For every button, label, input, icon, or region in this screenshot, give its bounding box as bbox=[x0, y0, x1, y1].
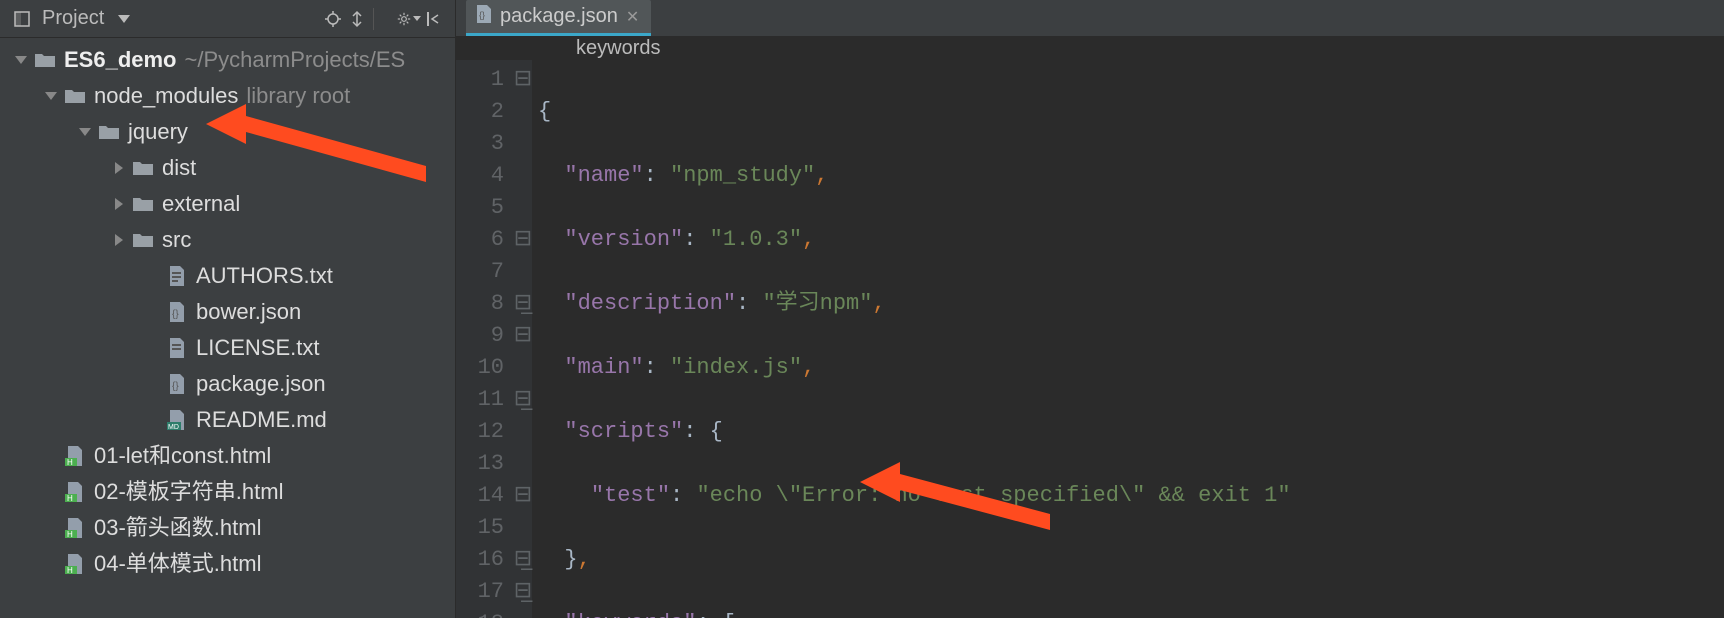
collapse-all-icon[interactable] bbox=[345, 7, 369, 31]
project-title: Project bbox=[42, 7, 104, 30]
html-file-icon: H bbox=[64, 553, 86, 575]
project-icon bbox=[10, 7, 34, 31]
fold-column[interactable]: ⊟⊟⊟̲⊟⊟̲⊟⊟̲⊟̲ bbox=[514, 60, 532, 618]
tree-label: 03-箭头函数.html bbox=[94, 511, 261, 545]
tree-file-03[interactable]: H 03-箭头函数.html bbox=[0, 510, 455, 546]
tree-file-bower[interactable]: {} bower.json bbox=[0, 294, 455, 330]
svg-text:H: H bbox=[67, 458, 73, 466]
gear-icon[interactable] bbox=[397, 7, 421, 31]
tab-bar: {} package.json ✕ bbox=[456, 0, 1724, 37]
tree-label: src bbox=[162, 223, 191, 257]
line-gutter: 123 456 789 101112 131415 161718 bbox=[456, 60, 514, 618]
breadcrumb[interactable]: keywords bbox=[456, 37, 1724, 60]
tree-root-path: ~/PycharmProjects/ES bbox=[185, 43, 406, 77]
json-file-icon: {} bbox=[476, 5, 492, 29]
folder-icon bbox=[98, 121, 120, 143]
folder-icon bbox=[64, 85, 86, 107]
tree-file-02[interactable]: H 02-模板字符串.html bbox=[0, 474, 455, 510]
tree-root-name: ES6_demo bbox=[64, 43, 177, 77]
tree-label: bower.json bbox=[196, 295, 301, 329]
html-file-icon: H bbox=[64, 445, 86, 467]
code-content[interactable]: { "name": "npm_study", "version": "1.0.3… bbox=[532, 60, 1291, 618]
svg-text:H: H bbox=[67, 566, 73, 574]
folder-icon bbox=[132, 229, 154, 251]
tree-label: package.json bbox=[196, 367, 326, 401]
tree-file-04[interactable]: H 04-单体模式.html bbox=[0, 546, 455, 582]
json-file-icon: {} bbox=[166, 373, 188, 395]
project-panel: Project ES6_demo ~/PycharmProjects/ES no… bbox=[0, 0, 456, 618]
tree-label: AUTHORS.txt bbox=[196, 259, 333, 293]
tree-label: jquery bbox=[128, 115, 188, 149]
close-icon[interactable]: ✕ bbox=[626, 7, 639, 27]
svg-text:H: H bbox=[67, 530, 73, 538]
svg-text:{}: {} bbox=[172, 309, 179, 320]
hide-panel-icon[interactable] bbox=[421, 7, 445, 31]
html-file-icon: H bbox=[64, 481, 86, 503]
project-title-group[interactable]: Project bbox=[10, 7, 130, 31]
tree-root[interactable]: ES6_demo ~/PycharmProjects/ES bbox=[0, 42, 455, 78]
tree-file-01[interactable]: H 01-let和const.html bbox=[0, 438, 455, 474]
tree-file-license[interactable]: LICENSE.txt bbox=[0, 330, 455, 366]
chevron-down-icon bbox=[118, 15, 130, 23]
tree-label: 02-模板字符串.html bbox=[94, 475, 283, 509]
locate-target-icon[interactable] bbox=[321, 7, 345, 31]
svg-text:MD: MD bbox=[168, 424, 179, 430]
editor-area: {} package.json ✕ keywords 123 456 789 1… bbox=[456, 0, 1724, 618]
tab-packagejson[interactable]: {} package.json ✕ bbox=[466, 0, 651, 36]
tree-label: 01-let和const.html bbox=[94, 439, 271, 473]
project-toolbar: Project bbox=[0, 0, 455, 38]
tree-label: 04-单体模式.html bbox=[94, 547, 261, 581]
folder-icon bbox=[34, 49, 56, 71]
code-editor[interactable]: 123 456 789 101112 131415 161718 ⊟⊟⊟̲⊟⊟̲… bbox=[456, 60, 1724, 618]
text-file-icon bbox=[166, 265, 188, 287]
folder-icon bbox=[132, 157, 154, 179]
annotation-arrow-dependencies bbox=[860, 452, 1060, 532]
tree-label: README.md bbox=[196, 403, 327, 437]
annotation-arrow-jquery bbox=[206, 94, 436, 184]
text-file-icon bbox=[166, 337, 188, 359]
tree-external[interactable]: external bbox=[0, 186, 455, 222]
tree-file-packagejson[interactable]: {} package.json bbox=[0, 366, 455, 402]
folder-icon bbox=[132, 193, 154, 215]
breadcrumb-label: keywords bbox=[576, 37, 660, 60]
tab-label: package.json bbox=[500, 5, 618, 28]
tree-file-readme[interactable]: MD README.md bbox=[0, 402, 455, 438]
tree-label: dist bbox=[162, 151, 196, 185]
tree-file-authors[interactable]: AUTHORS.txt bbox=[0, 258, 455, 294]
tree-label: LICENSE.txt bbox=[196, 331, 319, 365]
html-file-icon: H bbox=[64, 517, 86, 539]
tree-label: external bbox=[162, 187, 240, 221]
ide-root: Project ES6_demo ~/PycharmProjects/ES no… bbox=[0, 0, 1724, 618]
svg-text:H: H bbox=[67, 494, 73, 502]
json-file-icon: {} bbox=[166, 301, 188, 323]
svg-text:{}: {} bbox=[479, 10, 485, 20]
tree-src[interactable]: src bbox=[0, 222, 455, 258]
svg-text:{}: {} bbox=[172, 381, 179, 392]
markdown-file-icon: MD bbox=[166, 409, 188, 431]
